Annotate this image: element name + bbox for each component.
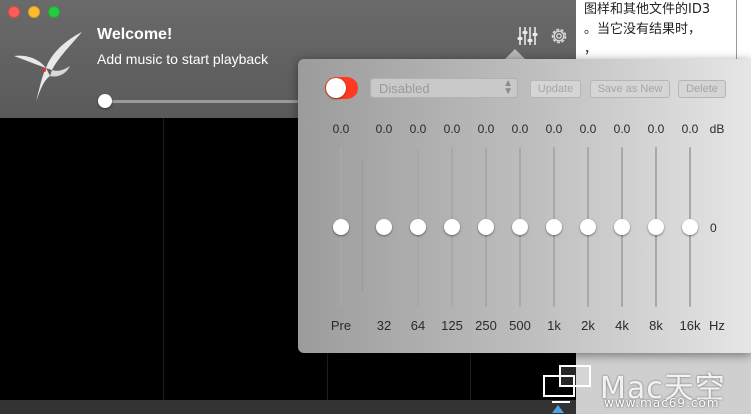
zero-db-label: 0 (710, 221, 717, 235)
now-playing-title: Welcome! (97, 26, 173, 43)
preset-select[interactable]: Disabled ▲ ▼ (370, 78, 518, 98)
band-slider-knob[interactable] (546, 219, 562, 235)
band-db-value: 0.0 (647, 122, 665, 136)
progress-knob[interactable] (98, 94, 112, 108)
db-unit-label: dB (709, 122, 725, 136)
watermark-url: www.mac69.com (604, 396, 720, 410)
band-slider-knob[interactable] (410, 219, 426, 235)
band-db-value: 0.0 (681, 122, 699, 136)
watermark: Mac天空 www.mac69.com (540, 362, 750, 412)
now-playing-subtitle: Add music to start playback (97, 51, 269, 67)
band-slider-knob[interactable] (648, 219, 664, 235)
band-db-value: 0.0 (613, 122, 631, 136)
equalizer-popover (298, 59, 751, 353)
band-db-value: 0.0 (332, 122, 350, 136)
mac-monitor-logo (543, 365, 591, 403)
band-frequency-label: 64 (410, 318, 426, 333)
hummingbird-logo (14, 32, 82, 102)
delete-preset-button[interactable]: Delete (678, 80, 726, 98)
band-db-value: 0.0 (477, 122, 495, 136)
band-slider-knob[interactable] (512, 219, 528, 235)
band-slider-knob[interactable] (376, 219, 392, 235)
band-slider-knob[interactable] (444, 219, 460, 235)
band-db-value: 0.0 (409, 122, 427, 136)
band-frequency-label: 1k (547, 318, 561, 333)
chevron-updown-icon: ▲ ▼ (503, 78, 513, 97)
band-db-value: 0.0 (545, 122, 563, 136)
grid-line (163, 118, 164, 400)
minimize-window-button[interactable] (28, 6, 40, 18)
band-frequency-label: 8k (649, 318, 663, 333)
doc-border (736, 0, 737, 60)
band-slider-knob[interactable] (682, 219, 698, 235)
band-frequency-label: 250 (475, 318, 497, 333)
equalizer-icon[interactable] (516, 25, 538, 47)
band-slider-knob[interactable] (580, 219, 596, 235)
band-frequency-label: 500 (509, 318, 531, 333)
popover-arrow (505, 49, 525, 59)
toggle-knob (326, 78, 346, 98)
band-frequency-label: 125 (441, 318, 463, 333)
close-window-button[interactable] (8, 6, 20, 18)
doc-line: 。当它没有结果时， (584, 22, 702, 37)
band-slider-knob[interactable] (478, 219, 494, 235)
band-db-value: 0.0 (579, 122, 597, 136)
preset-selected-value: Disabled (379, 81, 430, 96)
zoom-window-button[interactable] (48, 6, 60, 18)
band-frequency-label: 16k (679, 318, 701, 333)
update-preset-button[interactable]: Update (530, 80, 581, 98)
preamp-slider-knob[interactable] (333, 219, 349, 235)
doc-line: ， (584, 42, 598, 57)
hz-unit-label: Hz (709, 318, 725, 333)
band-db-value: 0.0 (443, 122, 461, 136)
band-frequency-label: 2k (581, 318, 595, 333)
band-slider-knob[interactable] (614, 219, 630, 235)
gear-icon[interactable] (548, 25, 570, 47)
band-frequency-label: 4k (615, 318, 629, 333)
background-document: 图样和其他文件的ID3 。当它没有结果时， ， (576, 0, 751, 60)
band-frequency-label: 32 (376, 318, 392, 333)
progress-track[interactable] (105, 100, 305, 103)
equalizer-toggle[interactable] (325, 77, 358, 99)
band-frequency-label: Pre (330, 318, 352, 333)
bottom-bar (0, 400, 576, 414)
doc-line: 图样和其他文件的ID3 (584, 2, 711, 17)
save-as-new-button[interactable]: Save as New (590, 80, 670, 98)
preamp-divider (362, 160, 363, 292)
band-db-value: 0.0 (375, 122, 393, 136)
band-db-value: 0.0 (511, 122, 529, 136)
